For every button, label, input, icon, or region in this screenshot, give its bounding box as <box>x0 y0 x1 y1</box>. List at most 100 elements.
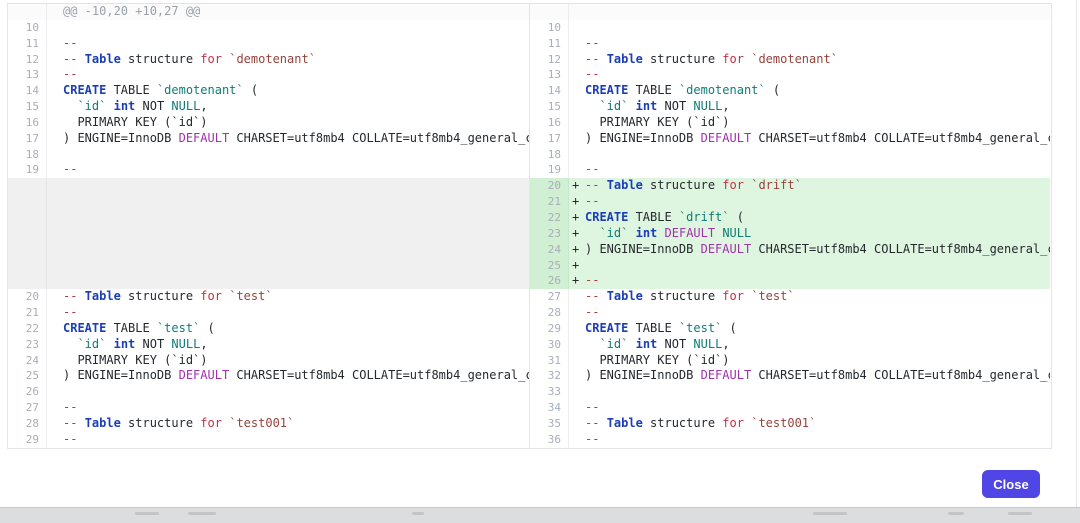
line-number-new: 32 <box>530 368 569 384</box>
code-token: NULL <box>693 337 722 351</box>
hunk-header: @@ -10,20 +10,27 @@ <box>47 4 530 20</box>
line-number-new: 30 <box>530 337 569 353</box>
code-token: ( <box>766 83 780 97</box>
code-token: -- <box>585 52 607 66</box>
code-token: @@ -10,20 +10,27 @@ <box>63 4 200 18</box>
diff-row: 22CREATE TABLE `test` (29CREATE TABLE `t… <box>8 321 1051 337</box>
line-number-old <box>8 4 47 20</box>
code-token: , <box>200 337 207 351</box>
diff-line-prefix: + <box>572 258 585 274</box>
code-token: `id` <box>599 99 628 113</box>
line-number-old: 11 <box>8 36 47 52</box>
code-token: structure <box>121 289 200 303</box>
line-number-new: 24 <box>530 242 569 258</box>
code-token: `id` <box>599 226 628 240</box>
code-line-old <box>47 20 530 36</box>
code-token: int <box>636 337 658 351</box>
code-token: Table <box>607 289 643 303</box>
code-token: CHARSET=utf8mb4 COLLATE=utf8mb4_general_… <box>751 131 1050 145</box>
code-token: ( <box>730 210 744 224</box>
diff-row: 2633 <box>8 384 1051 400</box>
diff-row: 23+ `id` int DEFAULT NULL <box>8 226 1051 242</box>
code-token: structure <box>121 52 200 66</box>
code-token: TABLE <box>106 321 157 335</box>
diff-row: 28-- Table structure for `test001`35-- T… <box>8 416 1051 432</box>
code-token: -- <box>63 162 77 176</box>
line-number-old <box>8 258 47 274</box>
line-number-new: 15 <box>530 99 569 115</box>
code-line-old: -- <box>47 36 530 52</box>
code-token: CHARSET=utf8mb4 COLLATE=utf8mb4_general_… <box>751 368 1050 382</box>
code-token: structure <box>121 416 200 430</box>
code-token: NULL <box>171 337 200 351</box>
code-token: NULL <box>171 99 200 113</box>
diff-row: 22+CREATE TABLE `drift` ( <box>8 210 1051 226</box>
code-token: `test` <box>751 289 794 303</box>
code-token: ) ENGINE=InnoDB <box>63 131 179 145</box>
code-line-old: CREATE TABLE `test` ( <box>47 321 530 337</box>
code-token: CREATE <box>63 321 106 335</box>
line-number-old <box>8 210 47 226</box>
code-token: structure <box>643 289 722 303</box>
code-token: int <box>114 99 136 113</box>
code-token: `id` <box>77 99 106 113</box>
code-token: -- <box>585 194 599 208</box>
line-number-old <box>8 178 47 194</box>
code-token <box>628 226 635 240</box>
diff-row: 1818 <box>8 147 1051 163</box>
close-button[interactable]: Close <box>982 470 1040 498</box>
diff-row: 20+-- Table structure for `drift` <box>8 178 1051 194</box>
code-token: int <box>114 337 136 351</box>
line-number-new: 22 <box>530 210 569 226</box>
diff-row: 17) ENGINE=InnoDB DEFAULT CHARSET=utf8mb… <box>8 131 1051 147</box>
code-token <box>585 99 599 113</box>
line-number-new: 13 <box>530 67 569 83</box>
diff-row: 1010 <box>8 20 1051 36</box>
code-token: PRIMARY KEY (`id`) <box>63 115 208 129</box>
code-line-new: + `id` int DEFAULT NULL <box>569 226 1050 242</box>
code-token: -- <box>63 289 85 303</box>
code-token: -- <box>585 400 599 414</box>
code-token: -- <box>63 67 77 81</box>
code-line-old: `id` int NOT NULL, <box>47 99 530 115</box>
code-token: Table <box>85 289 121 303</box>
code-token: ) ENGINE=InnoDB <box>585 368 701 382</box>
background-artifact <box>1008 512 1032 515</box>
code-token: NOT <box>657 337 693 351</box>
code-line-old <box>47 178 530 194</box>
diff-row: 16 PRIMARY KEY (`id`)16 PRIMARY KEY (`id… <box>8 115 1051 131</box>
code-token: -- <box>63 36 77 50</box>
code-token: `demotenant` <box>157 83 244 97</box>
code-token: ( <box>200 321 214 335</box>
code-line-new: PRIMARY KEY (`id`) <box>569 115 1050 131</box>
code-token: structure <box>643 52 722 66</box>
line-number-old <box>8 273 47 289</box>
diff-row: 24 PRIMARY KEY (`id`)31 PRIMARY KEY (`id… <box>8 353 1051 369</box>
code-token: PRIMARY KEY (`id`) <box>585 115 730 129</box>
code-token: `demotenant` <box>751 52 838 66</box>
code-token: -- <box>585 162 599 176</box>
diff-row: 11--11-- <box>8 36 1051 52</box>
line-number-new: 31 <box>530 353 569 369</box>
line-number-new: 27 <box>530 289 569 305</box>
line-number-new: 21 <box>530 194 569 210</box>
line-number-old: 28 <box>8 416 47 432</box>
line-number-new: 16 <box>530 115 569 131</box>
code-line-old: -- <box>47 305 530 321</box>
code-line-old: PRIMARY KEY (`id`) <box>47 353 530 369</box>
code-line-old <box>47 210 530 226</box>
code-token: ) ENGINE=InnoDB <box>585 242 701 256</box>
code-line-old: -- <box>47 400 530 416</box>
diff-row: 14CREATE TABLE `demotenant` (14CREATE TA… <box>8 83 1051 99</box>
code-token <box>628 99 635 113</box>
code-token: -- <box>63 305 77 319</box>
code-token: structure <box>643 416 722 430</box>
background-artifact <box>412 512 424 515</box>
diff-row: 25) ENGINE=InnoDB DEFAULT CHARSET=utf8mb… <box>8 368 1051 384</box>
line-number-new: 28 <box>530 305 569 321</box>
code-token: TABLE <box>628 83 679 97</box>
code-token: for <box>722 289 744 303</box>
line-number-old: 14 <box>8 83 47 99</box>
code-token: CREATE <box>585 83 628 97</box>
code-token: ( <box>244 83 258 97</box>
